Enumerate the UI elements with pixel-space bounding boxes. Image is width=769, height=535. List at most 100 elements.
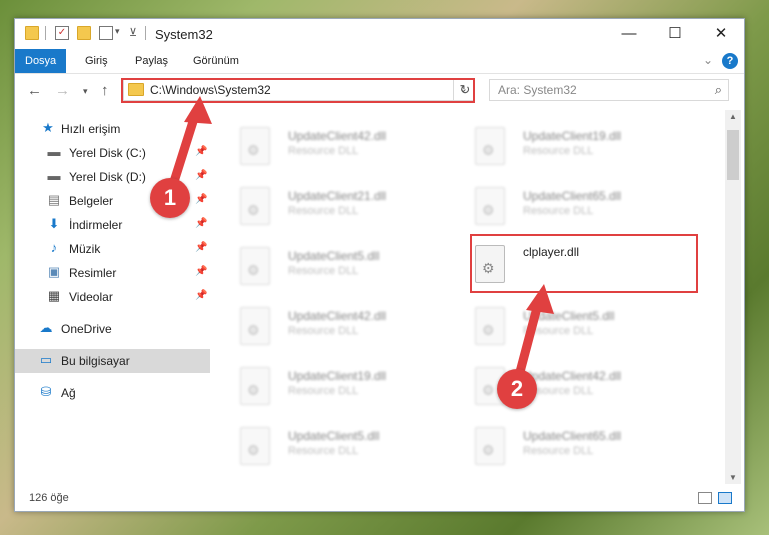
- list-item[interactable]: UpdateClient5.dll Resource DLL: [230, 239, 460, 295]
- tab-home[interactable]: Giriş: [75, 49, 118, 73]
- sidebar-item-this-pc[interactable]: ▭ Bu bilgisayar: [15, 349, 210, 373]
- expand-ribbon-icon[interactable]: ⌄: [703, 53, 713, 67]
- sidebar-item-label: Müzik: [69, 242, 101, 256]
- search-input[interactable]: Ara: System32 ⌕: [489, 79, 729, 101]
- file-description: Resource DLL: [523, 325, 594, 337]
- search-icon: ⌕: [714, 82, 722, 97]
- file-description: Resource DLL: [288, 445, 359, 457]
- address-highlight-box: [121, 78, 475, 103]
- ribbon-tabs: Dosya Giriş Paylaş Görünüm ⌄ ?: [15, 49, 744, 74]
- list-item[interactable]: UpdateClient19.dll Resource DLL: [230, 359, 460, 415]
- window-title: System32: [155, 27, 213, 42]
- help-button[interactable]: ?: [722, 53, 738, 69]
- dll-file-icon: [240, 127, 270, 165]
- list-item[interactable]: UpdateClient5.dll Resource DLL: [230, 419, 460, 475]
- sidebar-item-label: Belgeler: [69, 194, 114, 208]
- search-placeholder: Ara: System32: [498, 83, 577, 97]
- file-description: Resource DLL: [288, 205, 359, 217]
- sidebar-item-label: Ağ: [61, 386, 76, 400]
- tab-view[interactable]: Görünüm: [183, 49, 249, 73]
- dll-file-icon: [475, 307, 505, 345]
- list-item[interactable]: UpdateClient42.dll Resource DLL: [230, 119, 460, 175]
- scrollbar-thumb[interactable]: [727, 130, 739, 180]
- file-description: Resource DLL: [288, 385, 359, 397]
- step-badge-2: 2: [497, 369, 537, 409]
- sidebar-item-label: Resimler: [69, 266, 117, 280]
- cloud-icon: ☁: [39, 320, 53, 335]
- maximize-button[interactable]: ☐: [652, 19, 698, 49]
- sidebar-item-onedrive[interactable]: ☁ OneDrive: [15, 317, 210, 341]
- scroll-down-icon[interactable]: ▼: [725, 473, 741, 482]
- dll-file-icon: [240, 307, 270, 345]
- sidebar-item-music[interactable]: ♪ Müzik 📌: [15, 237, 210, 261]
- tab-share[interactable]: Paylaş: [125, 49, 178, 73]
- list-item[interactable]: UpdateClient5.dll Resource DLL: [465, 299, 695, 355]
- sidebar-item-label: Yerel Disk (C:): [69, 146, 146, 160]
- music-icon: ♪: [50, 240, 58, 255]
- list-item[interactable]: UpdateClient65.dll Resource DLL: [465, 419, 695, 475]
- dll-file-icon: [240, 247, 270, 285]
- recent-locations-icon[interactable]: ▾: [83, 86, 88, 97]
- forward-button[interactable]: →: [55, 82, 70, 99]
- file-name: UpdateClient19.dll: [288, 369, 387, 383]
- drive-icon: ▬: [47, 144, 61, 159]
- file-name: UpdateClient42.dll: [288, 129, 387, 143]
- close-button[interactable]: ✕: [698, 19, 744, 49]
- file-description: Resource DLL: [523, 445, 594, 457]
- file-description: Resource DLL: [523, 145, 594, 157]
- file-name: UpdateClient5.dll: [288, 429, 380, 443]
- large-icons-view-icon[interactable]: [718, 492, 732, 504]
- star-icon: ★: [42, 120, 54, 135]
- details-view-icon[interactable]: [698, 492, 712, 504]
- file-name: UpdateClient65.dll: [523, 189, 622, 203]
- drive-icon: ▬: [47, 168, 61, 183]
- pin-icon[interactable]: 📌: [195, 170, 207, 181]
- file-highlight-box: [470, 234, 698, 293]
- list-item[interactable]: UpdateClient42.dll Resource DLL: [230, 299, 460, 355]
- sidebar-item-label: Bu bilgisayar: [61, 354, 130, 368]
- up-button[interactable]: ↑: [101, 82, 109, 99]
- pin-icon[interactable]: 📌: [195, 194, 207, 205]
- new-folder-icon[interactable]: [77, 26, 91, 40]
- pin-icon[interactable]: 📌: [195, 290, 207, 301]
- pin-icon[interactable]: 📌: [195, 242, 207, 253]
- back-button[interactable]: ←: [27, 82, 42, 99]
- pin-icon[interactable]: 📌: [195, 218, 207, 229]
- chevron-down-icon[interactable]: ▾: [115, 26, 129, 40]
- separator: [145, 26, 146, 40]
- pin-icon[interactable]: 📌: [195, 146, 207, 157]
- sidebar-item-local-disk-c[interactable]: ▬ Yerel Disk (C:) 📌: [15, 141, 210, 165]
- list-item[interactable]: UpdateClient19.dll Resource DLL: [465, 119, 695, 175]
- tab-file[interactable]: Dosya: [15, 49, 67, 73]
- customize-toolbar-icon[interactable]: ⊻: [129, 26, 143, 40]
- file-name: UpdateClient19.dll: [523, 129, 622, 143]
- vertical-scrollbar[interactable]: ▲ ▼: [725, 110, 741, 484]
- view-options-icon[interactable]: [99, 26, 113, 40]
- pictures-icon: ▣: [47, 264, 61, 279]
- video-icon: ▦: [47, 288, 61, 303]
- file-name: UpdateClient65.dll: [523, 429, 622, 443]
- navigation-pane: ★ Hızlı erişim ▬ Yerel Disk (C:) 📌 ▬ Yer…: [15, 115, 210, 487]
- sidebar-item-pictures[interactable]: ▣ Resimler 📌: [15, 261, 210, 285]
- list-item[interactable]: UpdateClient65.dll Resource DLL: [465, 179, 695, 235]
- dll-file-icon: [240, 367, 270, 405]
- sidebar-item-videos[interactable]: ▦ Videolar 📌: [15, 285, 210, 309]
- minimize-button[interactable]: —: [606, 19, 652, 49]
- documents-icon: ▤: [47, 192, 61, 207]
- list-item[interactable]: UpdateClient21.dll Resource DLL: [230, 179, 460, 235]
- file-name: UpdateClient5.dll: [523, 309, 615, 323]
- scroll-up-icon[interactable]: ▲: [725, 112, 741, 121]
- sidebar-item-downloads[interactable]: ⬇ İndirmeler 📌: [15, 213, 210, 237]
- computer-icon: ▭: [39, 352, 53, 367]
- file-name: UpdateClient42.dll: [523, 369, 622, 383]
- sidebar-item-quick-access[interactable]: ★ Hızlı erişim: [15, 117, 210, 141]
- dll-file-icon: [240, 187, 270, 225]
- separator: [45, 26, 46, 40]
- properties-icon[interactable]: ✓: [55, 26, 69, 40]
- sidebar-item-network[interactable]: ⛁ Ağ: [15, 381, 210, 405]
- dll-file-icon: [475, 127, 505, 165]
- file-description: Resource DLL: [288, 265, 359, 277]
- dll-file-icon: [475, 427, 505, 465]
- file-name: UpdateClient42.dll: [288, 309, 387, 323]
- pin-icon[interactable]: 📌: [195, 266, 207, 277]
